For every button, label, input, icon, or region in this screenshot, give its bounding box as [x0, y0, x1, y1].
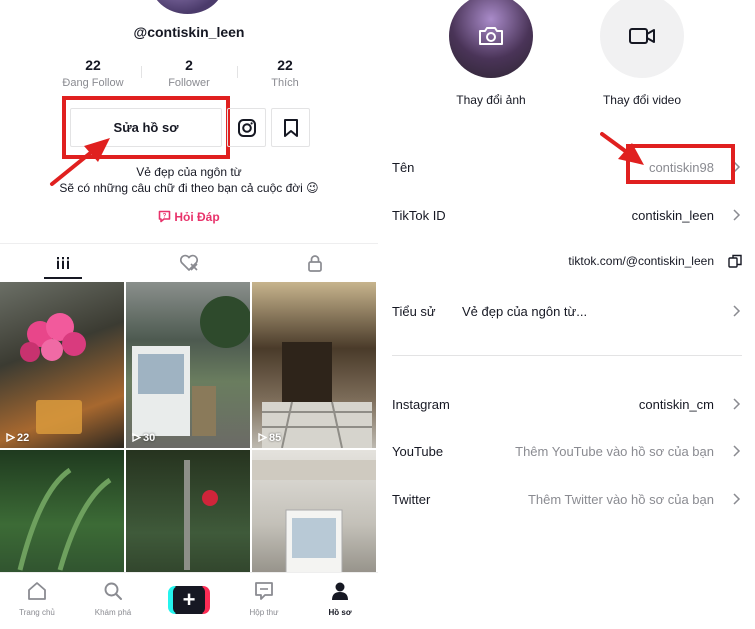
nav-home-label: Trang chủ — [19, 608, 55, 617]
profile-link-value: tiktok.com/@contiskin_leen — [568, 254, 714, 268]
qa-icon: ? — [159, 210, 171, 223]
stat-followers-count: 2 — [185, 57, 193, 73]
instagram-button[interactable] — [227, 108, 266, 147]
tiktok-id-label: TikTok ID — [392, 208, 446, 223]
active-tab-indicator — [44, 277, 82, 279]
chevron-right-icon — [733, 305, 741, 317]
stat-followers-label: Follower — [168, 77, 210, 89]
bio-row[interactable]: Tiểu sử Vẻ đẹp của ngôn từ... — [392, 302, 742, 324]
tabs-separator — [0, 243, 378, 244]
youtube-label: YouTube — [392, 444, 444, 459]
bio-value[interactable]: Vẻ đẹp của ngôn từ... — [462, 304, 587, 319]
profile-bio: Vẻ đẹp của ngôn từ Sẽ có những câu chữ đ… — [0, 164, 378, 196]
favorites-button[interactable] — [271, 108, 310, 147]
instagram-value[interactable]: contiskin_cm — [639, 397, 714, 412]
stairway-image — [262, 342, 372, 448]
bookmark-icon — [283, 118, 298, 137]
bio-line-1: Vẻ đẹp của ngôn từ — [136, 165, 242, 179]
profile-link-row[interactable]: tiktok.com/@contiskin_leen — [392, 252, 742, 274]
copy-icon[interactable] — [728, 254, 742, 268]
chevron-right-icon — [733, 493, 741, 505]
profile-avatar[interactable] — [150, 0, 225, 14]
stat-following[interactable]: 22 Đang Follow — [48, 57, 138, 89]
change-photo-button[interactable] — [449, 0, 533, 78]
profile-icon — [332, 582, 348, 600]
tab-liked[interactable] — [169, 252, 209, 274]
tab-videos[interactable] — [43, 252, 83, 274]
camera-icon — [479, 27, 503, 45]
bottom-navigation: Trang chủ Khám phá + Hộp thư Hồ sơ — [0, 572, 378, 629]
stat-likes[interactable]: 22 Thích — [240, 57, 330, 89]
nav-home[interactable]: Trang chủ — [7, 581, 67, 617]
stat-following-label: Đang Follow — [62, 77, 124, 89]
search-icon — [104, 582, 122, 600]
play-icon — [258, 432, 268, 443]
video-thumbnail[interactable]: 22 — [0, 282, 124, 448]
play-icon — [6, 432, 16, 443]
qa-label: Hỏi Đáp — [174, 210, 220, 224]
twitter-placeholder[interactable]: Thêm Twitter vào hồ sơ của bạn — [528, 492, 714, 507]
nav-inbox[interactable]: Hộp thư — [234, 581, 294, 617]
stat-likes-count: 22 — [277, 57, 293, 73]
qa-link[interactable]: ? Hỏi Đáp — [0, 210, 378, 224]
change-video-button[interactable] — [600, 0, 684, 78]
twitter-row[interactable]: Twitter Thêm Twitter vào hồ sơ của bạn — [392, 490, 742, 512]
stat-following-count: 22 — [85, 57, 101, 73]
grid-icon — [56, 257, 70, 269]
view-count: 30 — [132, 432, 155, 444]
video-thumbnail[interactable]: 85 — [252, 282, 376, 448]
svg-text:?: ? — [163, 214, 167, 220]
lock-icon — [308, 255, 322, 272]
profile-username: @contiskin_leen — [133, 24, 245, 40]
bio-line-2: Sẽ có những câu chữ đi theo bạn cả cuộc … — [59, 181, 319, 195]
nav-inbox-label: Hộp thư — [249, 608, 279, 617]
nav-discover[interactable]: Khám phá — [83, 581, 143, 617]
chevron-right-icon — [733, 445, 741, 457]
instagram-row[interactable]: Instagram contiskin_cm — [392, 395, 742, 417]
nav-profile[interactable]: Hồ sơ — [310, 581, 370, 617]
view-count: 85 — [258, 432, 281, 444]
video-camera-icon — [629, 28, 655, 44]
stat-followers[interactable]: 2 Follower — [144, 57, 234, 89]
instagram-icon — [237, 118, 256, 137]
stat-likes-label: Thích — [271, 77, 299, 89]
section-divider — [392, 355, 742, 356]
play-icon — [132, 432, 142, 443]
edit-profile-screen: Thay đổi ảnh Thay đổi video Tên contiski… — [378, 0, 755, 629]
vending-machine-image — [132, 296, 250, 436]
nav-profile-label: Hồ sơ — [328, 608, 352, 617]
stat-divider — [141, 66, 142, 78]
youtube-placeholder[interactable]: Thêm YouTube vào hồ sơ của bạn — [515, 444, 714, 459]
view-count: 22 — [6, 432, 29, 444]
chevron-right-icon — [733, 209, 741, 221]
heart-hidden-icon — [179, 254, 199, 271]
instagram-label: Instagram — [392, 397, 450, 412]
chevron-right-icon — [733, 398, 741, 410]
video-thumbnail[interactable]: 30 — [126, 282, 250, 448]
twitter-label: Twitter — [392, 492, 431, 507]
home-icon — [28, 582, 46, 600]
stat-divider — [237, 66, 238, 78]
name-label: Tên — [392, 160, 415, 175]
tab-private[interactable] — [295, 252, 335, 274]
tiktok-id-row[interactable]: TikTok ID contiskin_leen — [392, 206, 742, 228]
profile-screen: @contiskin_leen 22 Đang Follow 2 Followe… — [0, 0, 378, 629]
annotation-arrow — [600, 132, 644, 165]
nav-discover-label: Khám phá — [94, 608, 132, 617]
youtube-row[interactable]: YouTube Thêm YouTube vào hồ sơ của bạn — [392, 442, 742, 464]
plus-icon: + — [173, 586, 205, 614]
tiktok-id-value[interactable]: contiskin_leen — [632, 208, 714, 223]
inbox-icon — [255, 582, 273, 600]
create-video-button[interactable]: + — [168, 586, 210, 614]
change-video-label[interactable]: Thay đổi video — [577, 93, 707, 107]
change-photo-label[interactable]: Thay đổi ảnh — [426, 93, 556, 107]
bio-label: Tiểu sử — [392, 304, 436, 319]
flowers-image — [20, 313, 86, 434]
